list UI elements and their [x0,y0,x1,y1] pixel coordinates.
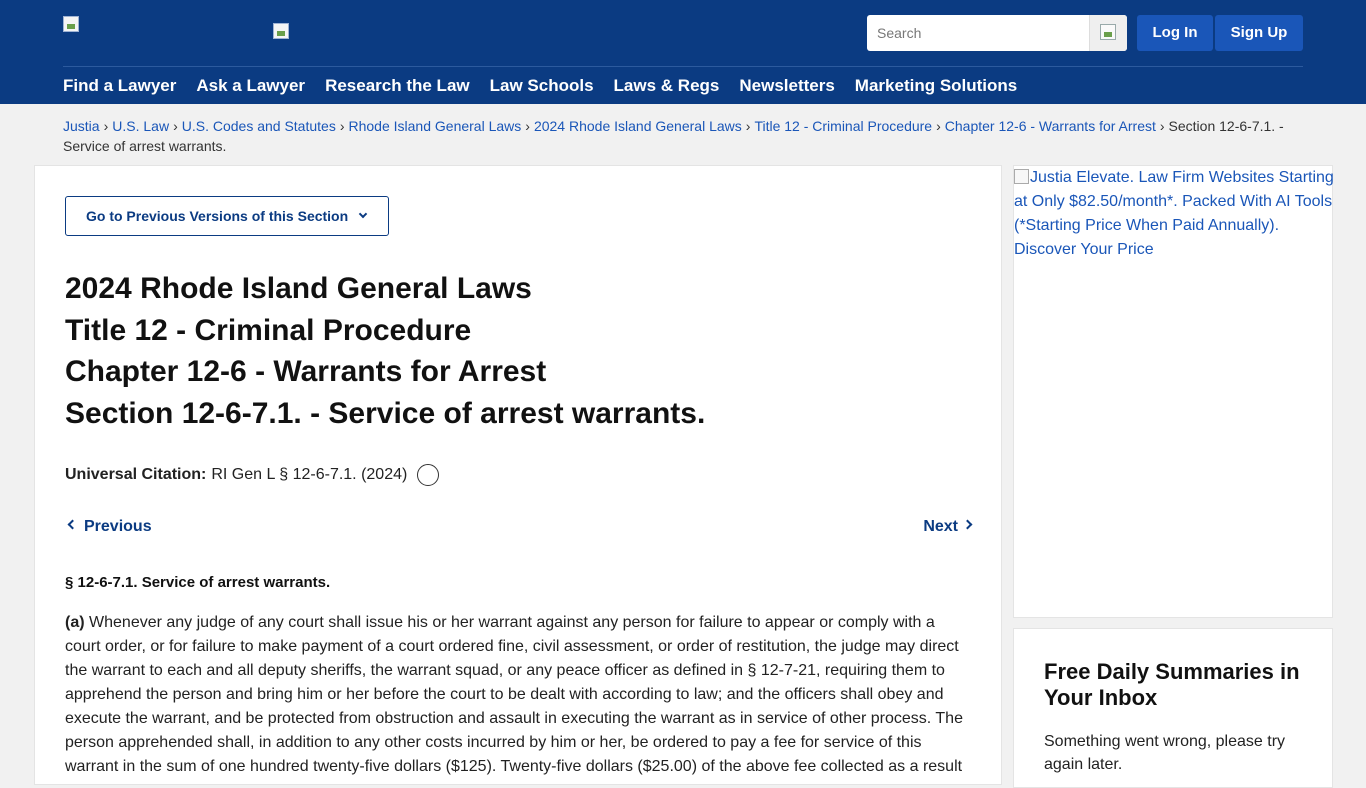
newsletter-title: Free Daily Summaries in Your Inbox [1044,659,1300,710]
main-content: Go to Previous Versions of this Section … [34,165,1002,785]
breadcrumb-link[interactable]: 2024 Rhode Island General Laws [534,118,742,134]
breadcrumb-separator: › [525,118,530,134]
chevron-left-icon [67,519,78,530]
paragraph-label: (a) [65,614,85,631]
title-section: Section 12-6-7.1. - Service of arrest wa… [65,396,706,430]
nav-newsletters[interactable]: Newsletters [739,76,834,95]
breadcrumb-link[interactable]: Chapter 12-6 - Warrants for Arrest [945,118,1156,134]
nav-law-schools[interactable]: Law Schools [490,76,594,95]
citation-label: Universal Citation: [65,466,207,483]
previous-label: Previous [84,518,152,535]
ad-image-alt-text[interactable]: Justia Elevate. Law Firm Websites Starti… [1014,166,1334,262]
breadcrumb-link[interactable]: Justia [63,118,100,134]
breadcrumb-separator: › [936,118,941,134]
law-paragraph: (a) Whenever any judge of any court shal… [65,611,971,779]
newsletter-error-message: Something went wrong, please try again l… [1044,733,1286,773]
title-code-year: 2024 Rhode Island General Laws [65,272,532,305]
previous-versions-dropdown[interactable]: Go to Previous Versions of this Section [65,196,389,236]
header-divider [63,66,1303,67]
breadcrumb-separator: › [1159,118,1165,134]
breadcrumb-separator: › [339,118,345,134]
broken-image-icon [1014,169,1029,184]
breadcrumb-link[interactable]: U.S. Law [112,118,169,134]
previous-versions-label: Go to Previous Versions of this Section [86,208,349,224]
citation-value: RI Gen L § 12-6-7.1. (2024) [211,466,408,483]
breadcrumb-link[interactable]: Rhode Island General Laws [349,118,522,134]
sidebar-ad[interactable]: Justia Elevate. Law Firm Websites Starti… [1013,165,1334,618]
nav-marketing-solutions[interactable]: Marketing Solutions [855,76,1017,95]
paragraph-text: Whenever any judge of any court shall is… [65,614,963,775]
site-header: Log In Sign Up Find a Lawyer Ask a Lawye… [0,0,1366,104]
page-title: 2024 Rhode Island General Laws Title 12 … [65,268,965,434]
search-input[interactable] [867,15,1089,51]
previous-section-link[interactable]: Previous [65,518,152,536]
nav-ask-a-lawyer[interactable]: Ask a Lawyer [196,76,305,95]
universal-citation: Universal Citation: RI Gen L § 12-6-7.1.… [65,464,440,486]
ad-alt-text: Justia Elevate. Law Firm Websites Starti… [1014,169,1334,258]
next-label: Next [923,518,958,535]
breadcrumb-separator: › [103,118,109,134]
main-nav: Find a Lawyer Ask a Lawyer Research the … [63,76,1017,95]
section-heading: § 12-6-7.1. Service of arrest warrants. [65,574,331,591]
chevron-down-icon [358,209,368,219]
citation-info-icon[interactable] [417,464,440,486]
title-chapter: Chapter 12-6 - Warrants for Arrest [65,355,547,388]
breadcrumb-separator: › [173,118,178,134]
justia-logo-icon[interactable] [63,16,79,32]
nav-laws-and-regs[interactable]: Laws & Regs [614,76,720,95]
breadcrumb: Justia › U.S. Law › U.S. Codes and Statutes ›… [63,116,1303,156]
nav-research-the-law[interactable]: Research the Law [325,76,470,95]
search-icon [1100,24,1116,40]
signup-button[interactable]: Sign Up [1215,15,1303,51]
title-title: Title 12 - Criminal Procedure [65,313,472,347]
nav-find-a-lawyer[interactable]: Find a Lawyer [63,76,176,95]
chevron-right-icon [962,519,973,530]
site-logo-icon[interactable] [273,23,289,39]
breadcrumb-link[interactable]: U.S. Codes and Statutes [182,118,336,134]
breadcrumb-link[interactable]: Title 12 - Criminal Procedure [754,118,932,134]
next-section-link[interactable]: Next [923,518,973,536]
breadcrumb-separator: › [745,118,751,134]
search-box [867,15,1127,51]
newsletter-signup: Free Daily Summaries in Your Inbox Somet… [1013,628,1333,788]
search-button[interactable] [1089,15,1127,51]
login-button[interactable]: Log In [1137,15,1213,51]
